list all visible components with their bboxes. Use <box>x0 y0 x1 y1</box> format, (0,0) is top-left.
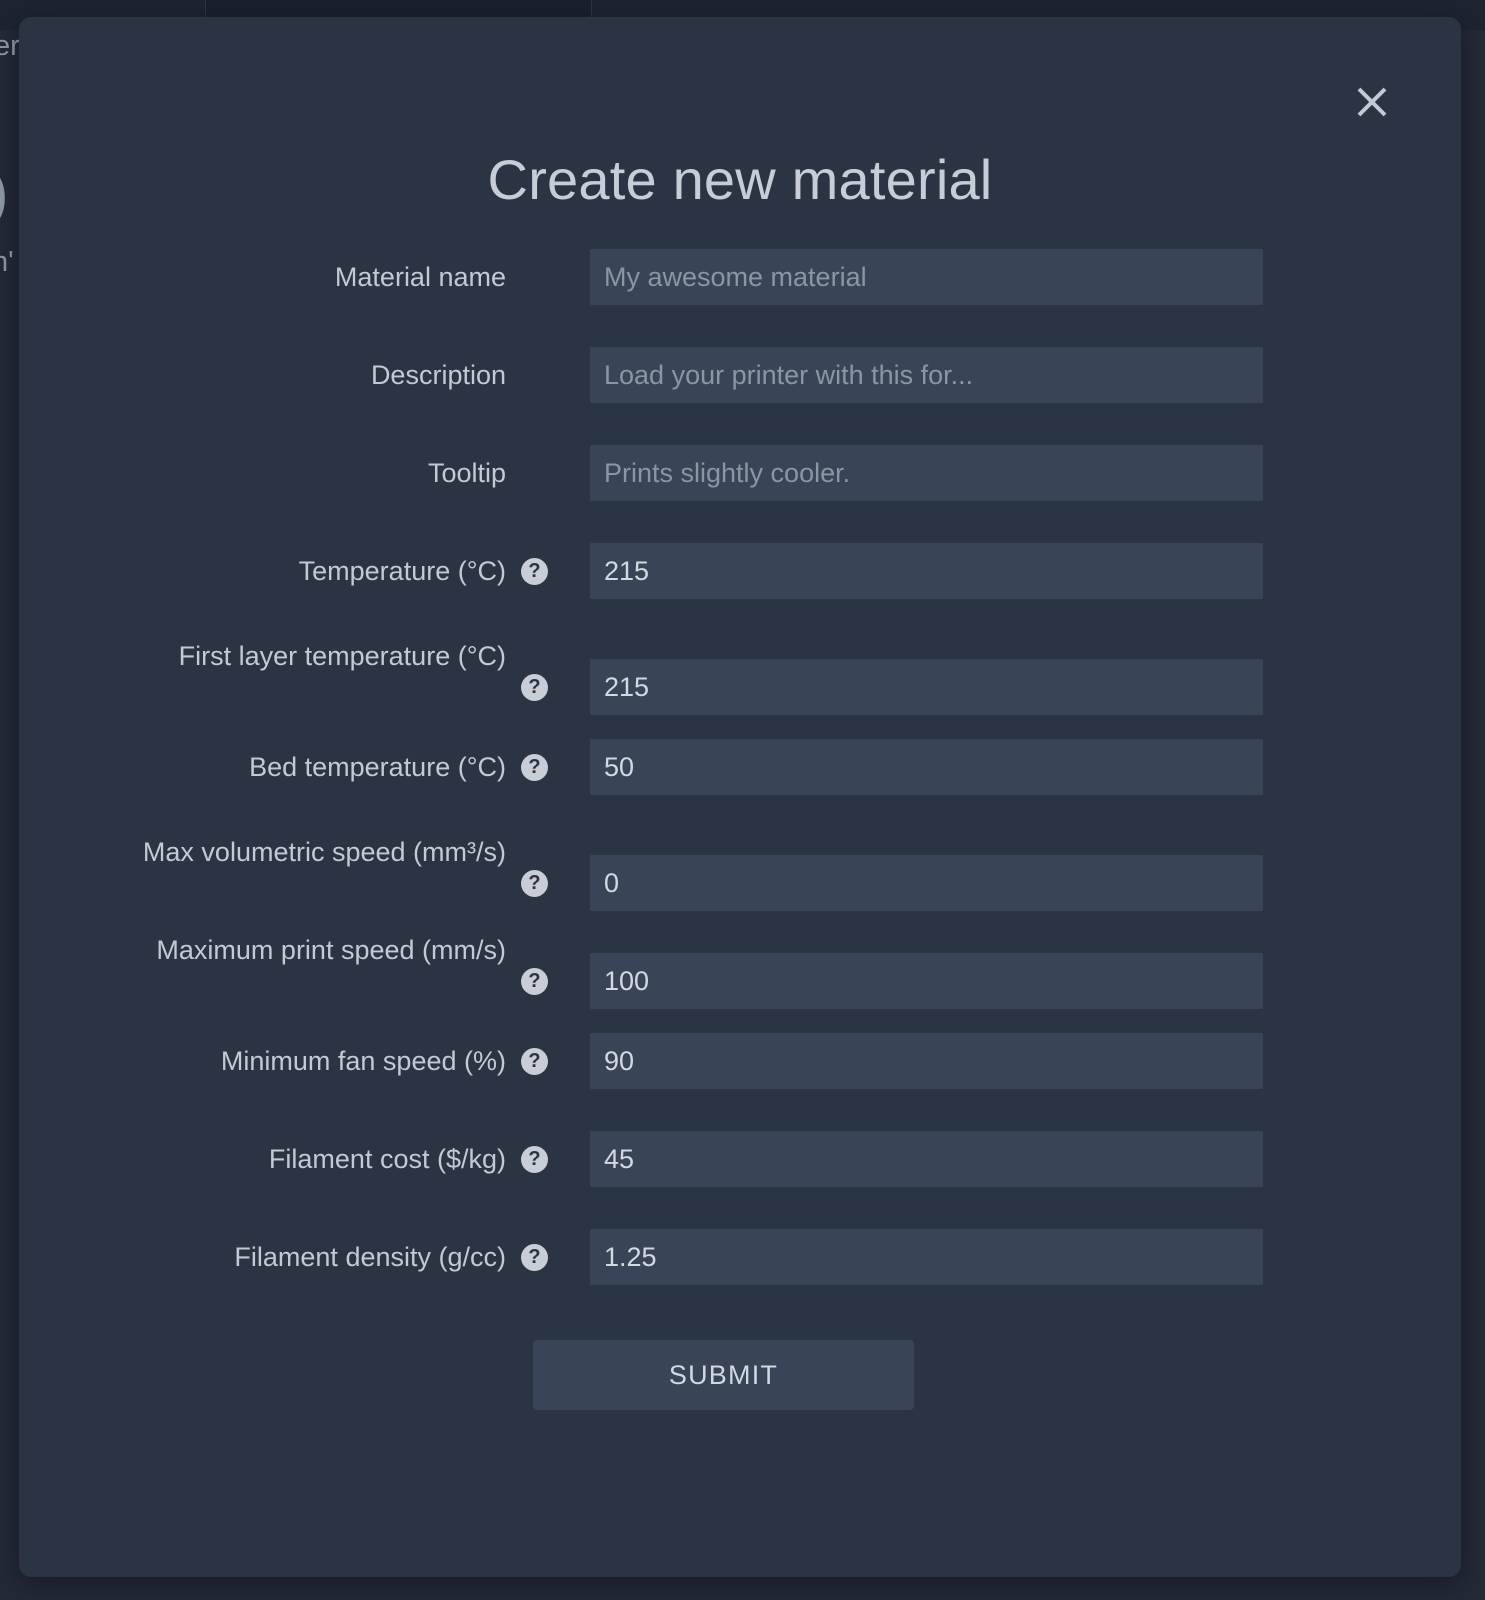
submit-row: SUBMIT <box>19 1324 1461 1414</box>
field-label: Max volumetric speed (mm³/s) <box>142 837 506 867</box>
help-icon[interactable]: ? <box>521 968 548 995</box>
submit-button[interactable]: SUBMIT <box>533 1340 914 1410</box>
field-input[interactable] <box>590 1229 1263 1285</box>
help-icon[interactable]: ? <box>521 1244 548 1271</box>
form-row: Filament density (g/cc)? <box>19 1226 1461 1324</box>
form-row: Description <box>19 344 1461 442</box>
field-label: Temperature (°C) <box>298 556 506 586</box>
field-input[interactable] <box>590 347 1263 403</box>
form-row: Temperature (°C)? <box>19 540 1461 638</box>
field-input[interactable] <box>590 953 1263 1009</box>
close-icon <box>1352 82 1392 122</box>
material-form: Material name Description Tooltip Temperatu… <box>19 246 1461 1414</box>
form-row: Filament cost ($/kg)? <box>19 1128 1461 1226</box>
help-icon[interactable]: ? <box>521 558 548 585</box>
field-label: Bed temperature (°C) <box>249 752 506 782</box>
field-label: Material name <box>334 262 506 292</box>
backdrop-text-fragment: n' <box>0 246 14 278</box>
field-label: Tooltip <box>427 458 506 488</box>
field-input[interactable] <box>590 855 1263 911</box>
form-row: First layer temperature (°C)? <box>19 638 1461 736</box>
form-row: Bed temperature (°C)? <box>19 736 1461 834</box>
field-label: Maximum print speed (mm/s) <box>156 935 506 965</box>
dialog-title: Create new material <box>487 148 993 211</box>
field-label: Filament density (g/cc) <box>234 1242 506 1272</box>
form-row: Tooltip <box>19 442 1461 540</box>
field-label: Filament cost ($/kg) <box>268 1144 506 1174</box>
field-label: Description <box>370 360 506 390</box>
field-input[interactable] <box>590 249 1263 305</box>
create-material-dialog: Create new material Material name Descrip… <box>19 17 1461 1577</box>
close-button[interactable] <box>1349 79 1395 125</box>
field-label: Minimum fan speed (%) <box>220 1046 506 1076</box>
field-label: First layer temperature (°C) <box>178 641 506 671</box>
field-input[interactable] <box>590 445 1263 501</box>
help-icon[interactable]: ? <box>521 870 548 897</box>
field-input[interactable] <box>590 739 1263 795</box>
help-icon[interactable]: ? <box>521 1146 548 1173</box>
backdrop-text-fragment: ) <box>0 158 9 229</box>
field-input[interactable] <box>590 543 1263 599</box>
backdrop-text-fragment: er <box>0 30 20 62</box>
form-row: Minimum fan speed (%)? <box>19 1030 1461 1128</box>
form-row: Material name <box>19 246 1461 344</box>
form-row: Max volumetric speed (mm³/s)? <box>19 834 1461 932</box>
help-icon[interactable]: ? <box>521 754 548 781</box>
help-icon[interactable]: ? <box>521 674 548 701</box>
help-icon[interactable]: ? <box>521 1048 548 1075</box>
field-input[interactable] <box>590 1033 1263 1089</box>
field-input[interactable] <box>590 1131 1263 1187</box>
field-input[interactable] <box>590 659 1263 715</box>
form-row: Maximum print speed (mm/s)? <box>19 932 1461 1030</box>
